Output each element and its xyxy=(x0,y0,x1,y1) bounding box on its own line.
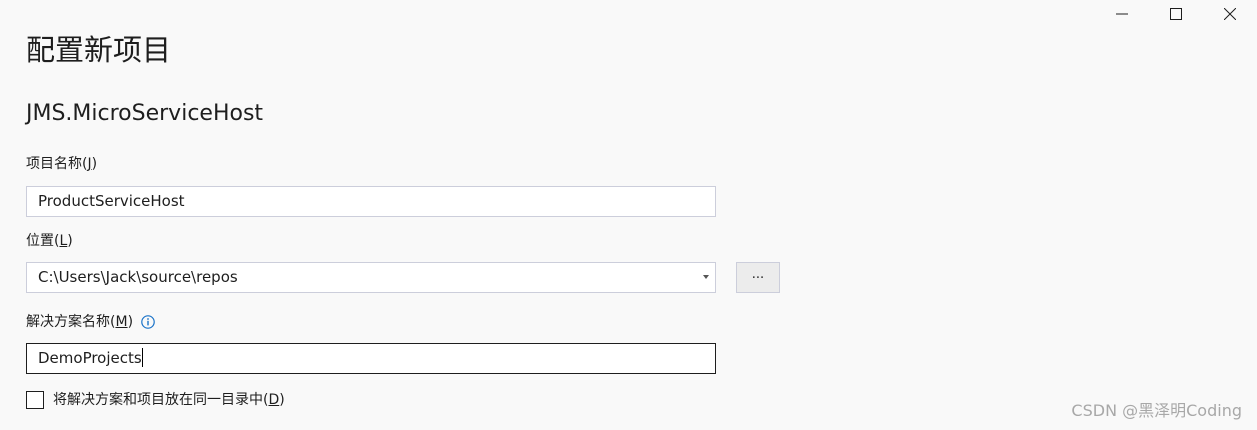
watermark: CSDN @黑泽明Coding xyxy=(1071,401,1242,420)
project-name-input[interactable]: ProductServiceHost xyxy=(26,186,716,217)
same-directory-checkbox[interactable] xyxy=(26,391,44,409)
solution-name-accelerator: M xyxy=(115,314,128,330)
project-name-label-text: 项目名称( xyxy=(26,156,88,172)
text-caret xyxy=(141,348,143,367)
chevron-down-icon[interactable] xyxy=(703,275,709,279)
solution-name-label-text: 解决方案名称( xyxy=(26,314,116,330)
same-directory-accelerator: D xyxy=(268,392,280,408)
same-directory-option[interactable]: 将解决方案和项目放在同一目录中(D) xyxy=(26,390,285,410)
location-accelerator: L xyxy=(59,233,68,249)
location-label-text: 位置( xyxy=(26,233,60,249)
minimize-button[interactable] xyxy=(1095,0,1149,28)
browse-button[interactable]: ... xyxy=(736,262,780,293)
page-title: 配置新项目 xyxy=(26,33,172,67)
location-combobox[interactable]: C:\Users\Jack\source\repos xyxy=(26,262,716,293)
window-controls xyxy=(1095,0,1257,28)
project-name-label-end: ) xyxy=(91,156,98,172)
location-value: C:\Users\Jack\source\repos xyxy=(38,268,238,286)
maximize-icon xyxy=(1170,8,1182,20)
minimize-icon xyxy=(1116,13,1128,15)
solution-name-input[interactable]: DemoProjects xyxy=(26,343,716,374)
project-name-label: 项目名称(J) xyxy=(26,154,97,174)
info-icon[interactable] xyxy=(141,315,155,329)
same-directory-label-end: ) xyxy=(279,392,285,408)
solution-name-value: DemoProjects xyxy=(38,349,142,367)
same-directory-label-text: 将解决方案和项目放在同一目录中( xyxy=(53,392,269,408)
configure-project-dialog: 配置新项目 JMS.MicroServiceHost 项目名称(J) Produ… xyxy=(0,0,1257,430)
close-icon xyxy=(1224,8,1236,20)
close-button[interactable] xyxy=(1203,0,1257,28)
template-name: JMS.MicroServiceHost xyxy=(26,101,264,126)
project-name-value: ProductServiceHost xyxy=(38,192,185,210)
solution-name-label-end: ) xyxy=(127,314,134,330)
maximize-button[interactable] xyxy=(1149,0,1203,28)
location-label-end: ) xyxy=(67,233,73,249)
solution-name-value-wrap: DemoProjects xyxy=(38,344,143,373)
solution-name-label: 解决方案名称(M) xyxy=(26,312,155,332)
location-label: 位置(L) xyxy=(26,231,73,251)
